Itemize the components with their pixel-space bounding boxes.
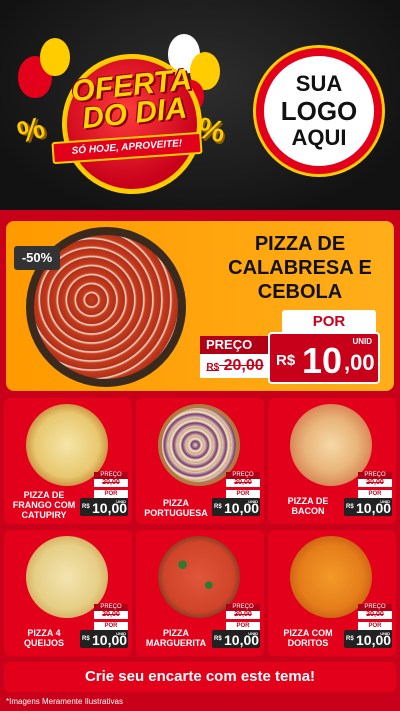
unid-label: UNID <box>248 631 258 636</box>
new-price: R$ 10,00 UNID <box>344 630 392 648</box>
product-price-block: PREÇO 20,00 POR R$ 10,00 UNID <box>212 604 260 648</box>
product-price-block: PREÇO 20,00 POR R$ 10,00 UNID <box>344 604 392 648</box>
product-card[interactable]: PIZZA MARGUERITA PREÇO 20,00 POR R$ 10,0… <box>136 530 264 656</box>
preco-label: PREÇO <box>200 336 270 354</box>
balloon-icon <box>40 38 70 76</box>
unid-label: UNID <box>248 499 258 504</box>
old-price-value: 20,00 <box>223 357 264 374</box>
old-price: 20,00 <box>358 479 392 487</box>
featured-title: PIZZA DE CALABRESA E CEBOLA <box>228 233 372 303</box>
por-label: POR <box>94 622 128 630</box>
old-currency: R$ <box>206 362 220 373</box>
por-label: POR <box>282 310 376 334</box>
currency-label: R$ <box>346 636 354 642</box>
new-price: R$ 10,00 UNID <box>344 498 392 516</box>
percent-icon: % <box>194 111 228 150</box>
unid-label: UNID <box>116 499 126 504</box>
product-name: PIZZA 4 QUEIJOS <box>23 628 64 648</box>
currency-label: R$ <box>346 504 354 510</box>
product-price-block: PREÇO 20,00 POR R$ 10,00 UNID <box>344 472 392 516</box>
price-decimal: ,00 <box>344 350 375 375</box>
currency-label: R$ <box>82 636 90 642</box>
por-label: POR <box>358 622 392 630</box>
currency-label: R$ <box>276 352 296 369</box>
old-price: 20,00 <box>226 479 260 487</box>
currency-label: R$ <box>214 504 222 510</box>
preco-label: PREÇO <box>226 472 260 479</box>
preco-label: PREÇO <box>94 604 128 611</box>
old-price: 20,00 <box>94 479 128 487</box>
discount-badge: -50% <box>14 246 60 270</box>
logo-line-2: LOGO <box>280 96 358 126</box>
product-price-block: PREÇO 20,00 POR R$ 10,00 UNID <box>212 472 260 516</box>
product-price-block: PREÇO 20,00 POR R$ 10,00 UNID <box>80 604 128 648</box>
product-name: PIZZA DE FRANGO COM CATUPIRY <box>12 490 76 520</box>
product-name: PIZZA COM DORITOS <box>283 628 333 648</box>
logo-line-3: AQUI <box>291 125 347 150</box>
por-label: POR <box>358 490 392 498</box>
unid-label: UNID <box>352 337 372 346</box>
product-card[interactable]: PIZZA COM DORITOS PREÇO 20,00 POR R$ 10,… <box>268 530 396 656</box>
new-price: R$ 10,00 UNID <box>80 630 128 648</box>
preco-label: PREÇO <box>94 472 128 479</box>
create-flyer-button[interactable]: Crie seu encarte com este tema! <box>4 662 396 692</box>
product-card[interactable]: PIZZA DE FRANGO COM CATUPIRY PREÇO 20,00… <box>4 398 132 524</box>
por-label: POR <box>226 490 260 498</box>
preco-label: PREÇO <box>226 604 260 611</box>
old-price: 20,00 <box>226 611 260 619</box>
product-name: PIZZA PORTUGUESA <box>144 498 208 518</box>
disclaimer-text: *Imagens Meramente Ilustrativas <box>6 697 123 706</box>
new-price: R$ 10,00 UNID <box>212 630 260 648</box>
price-integer: 10 <box>302 340 343 381</box>
product-price-block: PREÇO 20,00 POR R$ 10,00 UNID <box>80 472 128 516</box>
product-card[interactable]: PIZZA 4 QUEIJOS PREÇO 20,00 POR R$ 10,00… <box>4 530 132 656</box>
por-label: POR <box>94 490 128 498</box>
unid-label: UNID <box>116 631 126 636</box>
product-name: PIZZA DE BACON <box>287 496 329 516</box>
currency-label: R$ <box>82 504 90 510</box>
new-price: R$ 10,00 UNID <box>212 498 260 516</box>
new-price: UNID R$ 10 ,00 <box>268 332 380 384</box>
old-price: R$ 20,00 <box>200 354 270 378</box>
currency-label: R$ <box>214 636 222 642</box>
por-label: POR <box>226 622 260 630</box>
unid-label: UNID <box>380 631 390 636</box>
old-price: 20,00 <box>94 611 128 619</box>
featured-price-block: POR PREÇO R$ 20,00 UNID R$ 10 ,00 <box>200 310 380 390</box>
new-price: R$ 10,00 UNID <box>80 498 128 516</box>
logo-placeholder[interactable]: SUA LOGO AQUI <box>256 48 382 174</box>
old-price: 20,00 <box>358 611 392 619</box>
oferta-do-dia-badge: OFERTA DO DIA SÓ HOJE, APROVEITE! % % <box>14 34 228 194</box>
product-card[interactable]: PIZZA PORTUGUESA PREÇO 20,00 POR R$ 10,0… <box>136 398 264 524</box>
unid-label: UNID <box>380 499 390 504</box>
preco-label: PREÇO <box>358 604 392 611</box>
product-card[interactable]: PIZZA DE BACON PREÇO 20,00 POR R$ 10,00 … <box>268 398 396 524</box>
product-name: PIZZA MARGUERITA <box>145 628 207 648</box>
logo-line-1: SUA <box>295 71 343 96</box>
preco-label: PREÇO <box>358 472 392 479</box>
percent-icon: % <box>14 111 49 150</box>
